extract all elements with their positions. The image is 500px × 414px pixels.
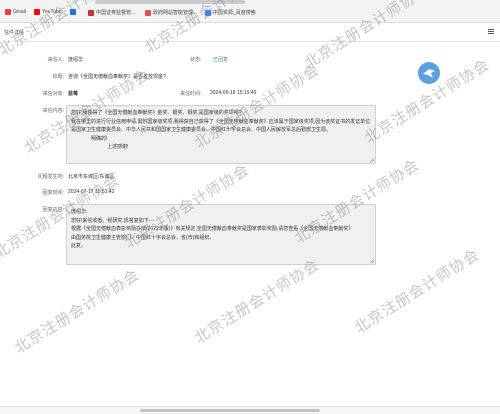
bookmark-label: 政府网站智能管理... [153, 10, 198, 16]
csrc-icon [88, 9, 94, 16]
bookmark-label: YouTube [42, 9, 62, 15]
region-label: 问题发生地: [37, 174, 64, 180]
send-time-label: 来信时间: [180, 91, 202, 97]
baidu-icon [205, 9, 211, 16]
scrollbar-thumb[interactable] [140, 409, 320, 412]
map-icon [70, 9, 76, 15]
bookmark-label: 中国证券监督管... [96, 10, 136, 16]
bookmark-baidu[interactable]: 中国资源_百度搜索 [205, 9, 256, 16]
subject-value: 咨询《全国无偿献血奉献奖》是否发放现金? [68, 74, 166, 80]
reply-line: 您好!来信收悉。经研究,现答复如下: [71, 217, 151, 224]
gov-icon [145, 9, 151, 16]
content-line: 是国家卫生健康委员会、中华人民共和国国家卫生健康委员会、中国红十字会总会、中国人… [71, 127, 332, 133]
bookmark-maps[interactable] [70, 9, 76, 15]
content-line: 上述感谢! [107, 144, 129, 150]
address-bar-fragment[interactable] [95, 0, 245, 4]
reply-time-value: 2024-07-17 15:53:42 [68, 189, 115, 195]
bookmark-csrc[interactable]: 中国证券监督管... [88, 9, 135, 16]
menu-icon[interactable] [488, 29, 494, 34]
page-header: 信件详情 [0, 23, 500, 42]
watermark-text: 北京注册会计师协会 [11, 266, 143, 357]
youtube-icon [34, 9, 40, 15]
reply-line: 庞绍华: [71, 209, 88, 215]
region-value: 北京市东城区/东城区 [68, 174, 115, 180]
send-time-value: 2024-06-18 15:19:49 [210, 90, 257, 96]
reply-line: 此复。 [71, 243, 87, 249]
subject-label: 标题: [52, 74, 64, 80]
bird-logo-icon [418, 62, 440, 84]
reply-line: 由国务院卫生健康主管部门、中国红十字会总会、省(市)和组织。 [71, 234, 215, 241]
bookmark-youtube[interactable]: YouTube [34, 9, 62, 15]
content-textarea[interactable]: 您好,我获得了《全国无偿献血奉献奖》金奖、银奖、铜奖,是国家级的奖项吗? 我在哪… [66, 105, 376, 164]
recipient-label: 来信对象: [42, 91, 64, 97]
bookmark-label: Gmail [13, 9, 27, 15]
watermark-text: 北京注册会计师协会 [191, 256, 323, 347]
reply-line: 根据《全国无偿献血表彰奖励办法(2022年版)》有关规定,全国无偿献血奉献奖是国… [71, 226, 354, 232]
reply-time-label: 回复时间: [42, 190, 64, 196]
content-line: 明确的! [91, 135, 108, 142]
reply-textarea[interactable]: 庞绍华: 您好!来信收悉。经研究,现答复如下: 根据《全国无偿献血表彰奖励办法(… [66, 204, 376, 265]
content-line: 我在哪里的进行行业信用申请,需附国家级奖项,我得获自己获得了《全国无偿献血奉献奖… [71, 118, 371, 125]
bookmark-label: 中国资源_百度搜索 [213, 10, 256, 16]
bookmark-gmail[interactable]: Gmail [5, 9, 26, 15]
sender-label: 来信人: [47, 57, 64, 63]
resize-handle[interactable] [370, 158, 374, 162]
resize-handle[interactable] [370, 259, 374, 263]
reply-label: 回复内容: [42, 207, 64, 213]
gmail-icon [5, 9, 11, 15]
recipient-value: 蓝莓 [68, 91, 79, 97]
sender-value: 庞绍华 [68, 57, 84, 63]
bookmarks-bar: Gmail YouTube 中国证券监督管... 政府网站智能管理... 中国资… [0, 0, 500, 23]
page-title: 信件详情 [4, 30, 25, 36]
status-label: 状态: [190, 57, 202, 63]
status-badge: 已回复 [213, 57, 229, 63]
content-label: 来信内容: [42, 108, 64, 114]
content-line: 您好,我获得了《全国无偿献血奉献奖》金奖、银奖、铜奖,是国家级的奖项吗? [71, 110, 242, 116]
bookmark-gov[interactable]: 政府网站智能管理... [145, 9, 197, 16]
